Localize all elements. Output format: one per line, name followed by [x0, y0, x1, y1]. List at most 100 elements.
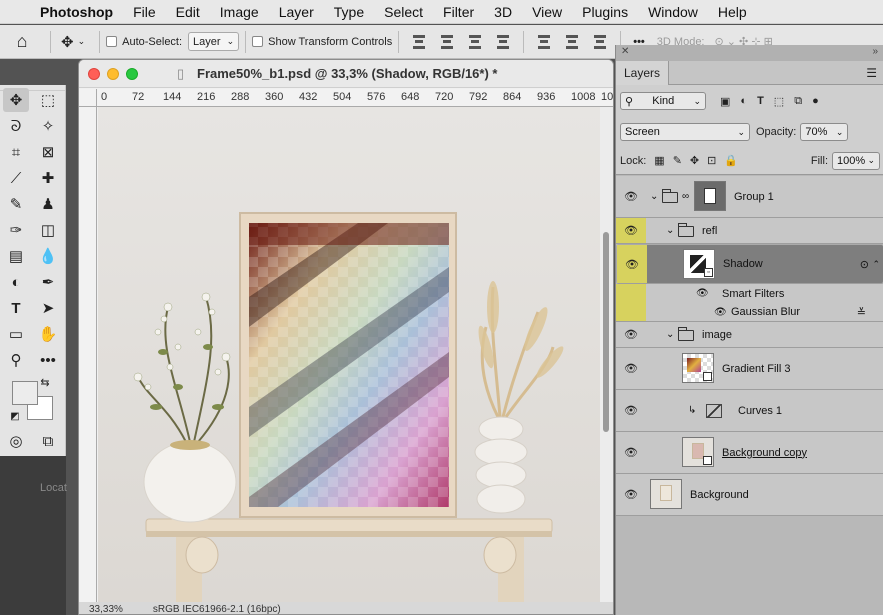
horizontal-ruler[interactable]: 0 72 144 216 288 360 432 504 576 648 720… [97, 89, 613, 107]
close-panel-icon[interactable]: ✕ [621, 46, 629, 57]
align-center-icon[interactable] [438, 34, 456, 49]
pen-tool-icon[interactable]: ✒ [35, 270, 61, 294]
visibility-eye-icon[interactable]: 👁 [616, 348, 646, 389]
menu-help[interactable]: Help [708, 4, 757, 20]
filter-row-gaussian-blur[interactable]: 👁 Gaussian Blur ≚ [616, 303, 883, 322]
panel-menu-icon[interactable]: ☰ [866, 66, 877, 80]
layer-row-group-1[interactable]: 👁 ⌄ ∞ Group 1 [616, 176, 883, 218]
visibility-eye-icon[interactable]: 👁 [616, 322, 646, 347]
layer-thumbnail[interactable]: ▫ [683, 249, 715, 279]
chevron-down-icon[interactable]: ⌄ [666, 225, 674, 236]
lasso-tool-icon[interactable]: ᘐ [3, 114, 29, 138]
visibility-eye-icon[interactable]: 👁 [616, 176, 646, 217]
eyedropper-icon[interactable]: ⟋ [3, 166, 29, 190]
scrollbar-thumb[interactable] [603, 232, 609, 432]
document-titlebar[interactable]: ▯ Frame50%_b1.psd @ 33,3% (Shadow, RGB/1… [79, 60, 613, 88]
visibility-eye-icon[interactable]: 👁 [616, 390, 646, 431]
layer-row-background[interactable]: 👁 Background [616, 474, 883, 516]
eraser-icon[interactable]: ◫ [35, 218, 61, 242]
type-tool-icon[interactable]: T [3, 296, 29, 320]
align-right-icon[interactable] [466, 34, 484, 49]
zoom-level[interactable]: 33,33% [89, 604, 123, 615]
align-top-icon[interactable] [535, 34, 553, 49]
menu-view[interactable]: View [522, 4, 572, 20]
layer-row-refl[interactable]: 👁 ⌄ refl [616, 218, 883, 244]
move-tool-icon[interactable]: ✥ [61, 33, 74, 51]
healing-brush-icon[interactable]: ✚ [35, 166, 61, 190]
stamp-tool-icon[interactable]: ♟ [35, 192, 61, 216]
shape-filter-icon[interactable]: ⬚ [774, 95, 784, 108]
visibility-eye-icon[interactable]: 👁 [617, 245, 647, 283]
align-left-icon[interactable] [410, 34, 428, 49]
lock-pixels-icon[interactable]: ✎ [673, 154, 682, 167]
document-canvas[interactable] [98, 107, 600, 602]
filter-toggle-icon[interactable]: ● [812, 95, 819, 107]
filter-kind-dropdown[interactable]: ⚲ Kind ⌄ [620, 92, 706, 110]
magic-wand-icon[interactable]: ✧ [35, 114, 61, 138]
close-window-icon[interactable] [88, 68, 100, 80]
chevron-up-icon[interactable]: ⌃ [872, 259, 880, 270]
menu-file[interactable]: File [123, 4, 166, 20]
swap-colors-icon[interactable]: ⇆ [38, 375, 52, 389]
move-tool-icon[interactable]: ✥ [3, 88, 29, 112]
lock-all-icon[interactable]: 🔒 [724, 154, 738, 167]
type-filter-icon[interactable]: T [757, 95, 764, 107]
filter-blending-options-icon[interactable]: ≚ [857, 306, 866, 319]
menu-app[interactable]: Photoshop [36, 4, 123, 20]
distribute-icon[interactable] [494, 34, 512, 49]
menu-layer[interactable]: Layer [269, 4, 324, 20]
layer-thumbnail[interactable] [682, 437, 714, 467]
opacity-field[interactable]: 70% ⌄ [800, 123, 849, 141]
brush-tool-icon[interactable]: ✎ [3, 192, 29, 216]
panel-header-bar[interactable]: ✕ » [616, 45, 883, 61]
tab-layers[interactable]: Layers [616, 60, 670, 85]
layer-row-shadow[interactable]: 👁 ▫ Shadow ⊙ ⌃ [616, 244, 883, 284]
marquee-tool-icon[interactable]: ⬚ [35, 88, 61, 112]
frame-tool-icon[interactable]: ⊠ [35, 140, 61, 164]
layer-row-image[interactable]: 👁 ⌄ image [616, 322, 883, 348]
chevron-down-icon[interactable]: ⌄ [666, 329, 674, 340]
history-brush-icon[interactable]: ✑ [3, 218, 29, 242]
vertical-ruler[interactable] [79, 107, 97, 602]
menu-plugins[interactable]: Plugins [572, 4, 638, 20]
ruler-origin[interactable] [79, 89, 97, 107]
rectangle-tool-icon[interactable]: ▭ [3, 322, 29, 346]
show-transform-checkbox[interactable] [252, 36, 264, 47]
quick-mask-icon[interactable]: ◎ [3, 429, 29, 453]
menu-image[interactable]: Image [210, 4, 269, 20]
layer-row-curves-1[interactable]: 👁 ↳ Curves 1 [616, 390, 883, 432]
menu-filter[interactable]: Filter [433, 4, 484, 20]
layer-row-background-copy[interactable]: 👁 Background copy [616, 432, 883, 474]
screen-mode-icon[interactable]: ⧉ [35, 429, 61, 453]
smart-filters-row[interactable]: 👁 Smart Filters [616, 284, 883, 303]
collapse-panel-icon[interactable]: » [872, 46, 878, 57]
visibility-eye-icon[interactable]: 👁 [714, 307, 727, 318]
layer-mask-thumbnail[interactable] [694, 181, 726, 211]
fill-field[interactable]: 100% ⌄ [832, 151, 880, 170]
smart-object-filter-icon[interactable]: ⧉ [794, 95, 802, 108]
dodge-tool-icon[interactable]: ◐ [3, 270, 29, 294]
visibility-eye-icon[interactable]: 👁 [696, 288, 709, 299]
blur-tool-icon[interactable]: 💧 [35, 244, 61, 268]
smart-filter-options-icon[interactable]: ⊙ [860, 258, 869, 271]
adjustment-filter-icon[interactable]: ◐ [740, 95, 747, 107]
zoom-tool-icon[interactable]: ⚲ [3, 348, 29, 372]
layer-row-gradient-fill-3[interactable]: 👁 Gradient Fill 3 [616, 348, 883, 390]
blend-mode-dropdown[interactable]: Screen ⌄ [620, 123, 750, 141]
home-icon[interactable]: ⌂ [0, 31, 44, 52]
foreground-color-swatch[interactable] [12, 381, 38, 405]
gradient-tool-icon[interactable]: ▤ [3, 244, 29, 268]
menu-type[interactable]: Type [324, 4, 374, 20]
layer-thumbnail[interactable] [682, 353, 714, 383]
menu-edit[interactable]: Edit [166, 4, 210, 20]
auto-select-dropdown[interactable]: Layer ⌄ [188, 32, 240, 51]
lock-transparent-icon[interactable]: ▦ [654, 154, 664, 167]
crop-tool-icon[interactable]: ⌗ [3, 140, 29, 164]
zoom-window-icon[interactable] [126, 68, 138, 80]
default-colors-icon[interactable]: ◩ [8, 409, 22, 423]
more-tools-icon[interactable]: ••• [35, 348, 61, 372]
lock-position-icon[interactable]: ✥ [690, 154, 699, 167]
menu-select[interactable]: Select [374, 4, 433, 20]
layer-thumbnail[interactable] [650, 479, 682, 509]
minimize-window-icon[interactable] [107, 68, 119, 80]
